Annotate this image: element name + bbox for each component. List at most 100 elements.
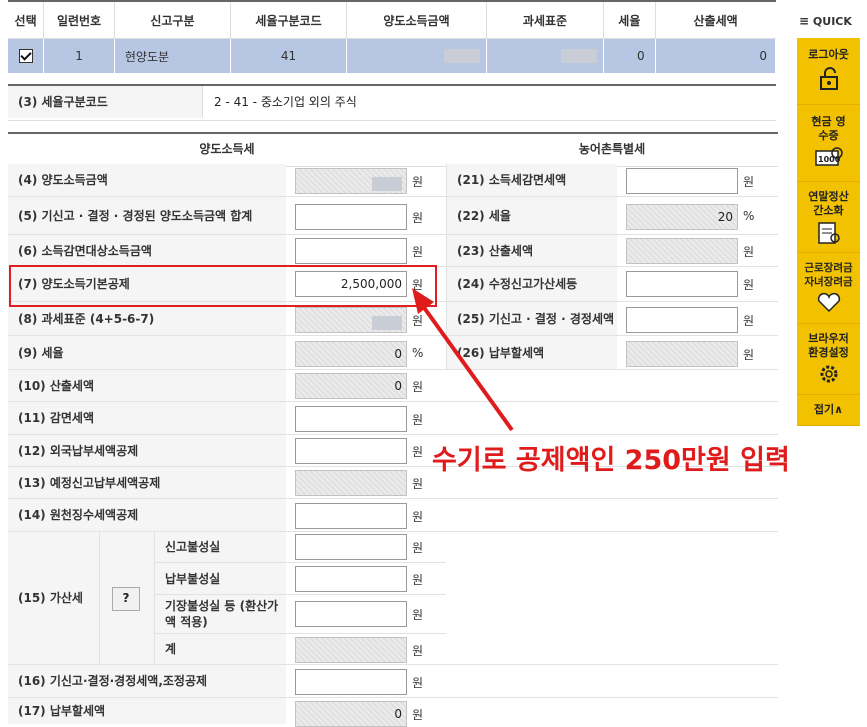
- gear-icon: [820, 365, 837, 383]
- unit-won: 원: [412, 175, 424, 189]
- menu-icon: ≡: [799, 14, 810, 28]
- rural-prior-tax-input[interactable]: [626, 307, 738, 333]
- unit-won: 원: [412, 510, 424, 524]
- label-income-tax-reduction: (21) 소득세감면세액: [447, 164, 617, 197]
- label-rural-rate: (22) 세율: [447, 197, 617, 235]
- masked-value: [444, 49, 481, 64]
- penalty-report-input[interactable]: [295, 534, 407, 560]
- logout-label: 로그아웃: [808, 48, 849, 61]
- col-serial: 일련번호: [43, 0, 115, 39]
- unit-won: 원: [412, 708, 424, 722]
- type-cell: 현양도분: [114, 38, 232, 73]
- row-checkbox[interactable]: [18, 49, 33, 64]
- gain-amount-cell: [346, 38, 488, 73]
- cash-receipt-button[interactable]: 현금 영수증 1000: [797, 105, 860, 182]
- label-reduction-income: (6) 소득감면대상소득금액: [8, 235, 286, 267]
- withholding-credit-input[interactable]: [295, 503, 407, 529]
- label-rate: (9) 세율: [8, 336, 286, 370]
- label-prepayment-credit: (13) 예정신고납부세액공제: [8, 467, 286, 499]
- label-withholding-credit: (14) 원천징수세액공제: [8, 499, 286, 532]
- masked-value: [561, 49, 597, 64]
- prior-gain-total-input[interactable]: [295, 204, 407, 230]
- label-tax-reduction: (11) 감면세액: [8, 402, 286, 435]
- unit-percent: %: [743, 209, 755, 223]
- rural-rate-input: 20: [626, 204, 738, 230]
- income-tax-reduction-input[interactable]: [626, 168, 738, 194]
- quick-menu-title: ≡ QUICK: [799, 14, 859, 34]
- quick-title-text: QUICK: [812, 15, 852, 28]
- year-end-label: 연말정산 간소화: [808, 190, 849, 217]
- grid-header-row: 선택 일련번호 신고구분 세율구분코드 양도소득금액 과세표준 세율 산출세액: [8, 0, 776, 39]
- masked-value: [372, 316, 402, 330]
- heart-hand-icon: [817, 292, 840, 313]
- cash-receipt-label: 현금 영수증: [811, 115, 846, 142]
- annotation-text: 수기로 공제액인 250만원 입력: [432, 445, 790, 476]
- receipt-icon: 1000: [814, 147, 843, 166]
- label-gain-amount: (4) 양도소득금액: [8, 164, 286, 197]
- col-rate: 세율: [603, 0, 656, 39]
- col-calculated-tax: 산출세액: [655, 0, 776, 39]
- label-foreign-tax-credit: (12) 외국납부세액공제: [8, 435, 286, 467]
- label-penalty-report: 신고불성실: [155, 532, 286, 563]
- prepayment-credit-input: [295, 470, 407, 496]
- unit-won: 원: [412, 245, 424, 259]
- payable-tax-input: 0: [295, 701, 407, 727]
- table-row[interactable]: 1 현양도분 41 0 0: [8, 38, 777, 73]
- prior-tax-adjustment-input[interactable]: [295, 669, 407, 695]
- unit-won: 원: [412, 573, 424, 587]
- unit-won: 원: [412, 644, 424, 658]
- unit-won: 원: [412, 676, 424, 690]
- tax-base-input: [295, 307, 407, 333]
- earned-income-credit-button[interactable]: 근로장려금 자녀장려금: [797, 253, 860, 324]
- select-cell[interactable]: [8, 38, 45, 73]
- unlock-icon: [819, 67, 838, 90]
- amended-penalty-input[interactable]: [626, 271, 738, 297]
- declaration-grid: 선택 일련번호 신고구분 세율구분코드 양도소득금액 과세표준 세율 산출세액 …: [8, 0, 777, 73]
- masked-value: [372, 177, 402, 191]
- penalty-bookkeeping-input[interactable]: [295, 601, 407, 627]
- unit-won: 원: [743, 348, 755, 362]
- penalty-payment-input[interactable]: [295, 566, 407, 592]
- col-tax-base: 과세표준: [486, 0, 604, 39]
- penalty-help-button[interactable]: ?: [112, 587, 140, 611]
- rate-code-value: 2 - 41 - 중소기업 외의 주식: [214, 95, 357, 109]
- label-rural-calculated-tax: (23) 산출세액: [447, 235, 617, 267]
- unit-won: 원: [412, 608, 424, 622]
- label-penalty-tax: (15) 가산세: [8, 532, 100, 665]
- tax-base-cell: [486, 38, 604, 73]
- unit-won: 원: [743, 278, 755, 292]
- calculated-tax-input: 0: [295, 373, 407, 399]
- highlight-box: [9, 265, 437, 307]
- logout-button[interactable]: 로그아웃: [797, 38, 860, 105]
- col-select: 선택: [8, 0, 45, 39]
- gain-amount-input: [295, 168, 407, 194]
- collapse-button[interactable]: 접기∧: [797, 395, 860, 426]
- rate-code-row: (3) 세율구분코드 2 - 41 - 중소기업 외의 주식: [8, 84, 776, 121]
- browser-settings-label: 브라우저 환경설정: [808, 332, 849, 359]
- rate-code-label: (3) 세율구분코드: [8, 86, 203, 118]
- label-tax-base: (8) 과세표준 (4+5-6-7): [8, 302, 286, 336]
- year-end-settlement-button[interactable]: 연말정산 간소화: [797, 182, 860, 253]
- label-penalty-payment: 납부불성실: [155, 563, 286, 595]
- unit-won: 원: [412, 541, 424, 555]
- label-payable-tax: (17) 납부할세액: [8, 698, 286, 724]
- label-penalty-bookkeeping: 기장불성실 등 (환산가액 적용): [155, 595, 286, 634]
- tax-reduction-input[interactable]: [295, 406, 407, 432]
- unit-won: 원: [743, 314, 755, 328]
- income-credit-label: 근로장려금 자녀장려금: [804, 262, 853, 288]
- annotation-arrow: [412, 288, 514, 432]
- section-capital-gains-tax: 양도소득세: [8, 132, 447, 167]
- svg-text:1000: 1000: [818, 155, 841, 164]
- penalty-total-input: [295, 637, 407, 663]
- calculated-tax-cell: 0: [655, 38, 777, 73]
- reduction-income-input[interactable]: [295, 238, 407, 264]
- foreign-tax-credit-input[interactable]: [295, 438, 407, 464]
- browser-settings-button[interactable]: 브라우저 환경설정: [797, 324, 860, 395]
- rural-payable-tax-input: [626, 341, 738, 367]
- col-rate-code: 세율구분코드: [230, 0, 347, 39]
- label-calculated-tax: (10) 산출세액: [8, 370, 286, 402]
- unit-won: 원: [743, 175, 755, 189]
- serial-cell: 1: [43, 38, 115, 73]
- col-type: 신고구분: [114, 0, 232, 39]
- unit-won: 원: [412, 445, 424, 459]
